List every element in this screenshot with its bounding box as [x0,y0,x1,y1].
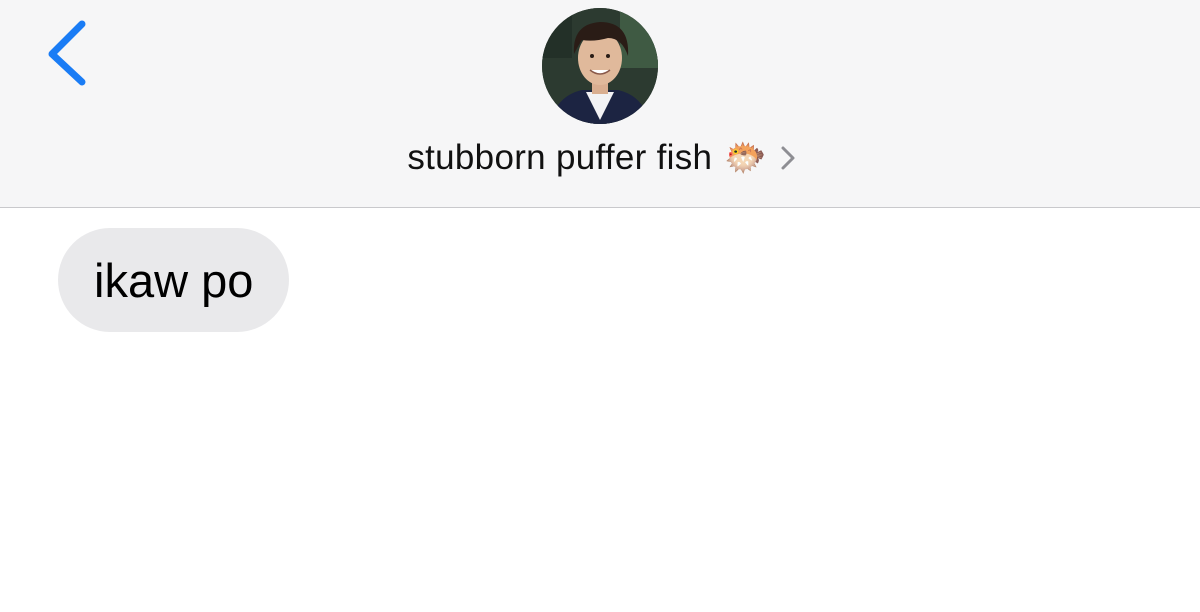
contact-name: stubborn puffer fish [407,138,713,177]
contact-avatar[interactable] [542,8,658,124]
chevron-right-icon [779,143,797,173]
message-screen: stubborn puffer fish 🐡 ikaw po [0,0,1200,612]
puffer-fish-emoji: 🐡 [724,139,767,177]
conversation-header: stubborn puffer fish 🐡 [0,0,1200,208]
contact-info-button[interactable]: stubborn puffer fish 🐡 [0,134,1200,182]
incoming-message-bubble[interactable]: ikaw po [58,228,290,332]
message-thread: ikaw po [0,208,1200,612]
contact-photo [542,8,658,124]
chevron-left-icon [48,20,86,86]
back-button[interactable] [40,18,96,90]
message-text: ikaw po [94,253,254,307]
